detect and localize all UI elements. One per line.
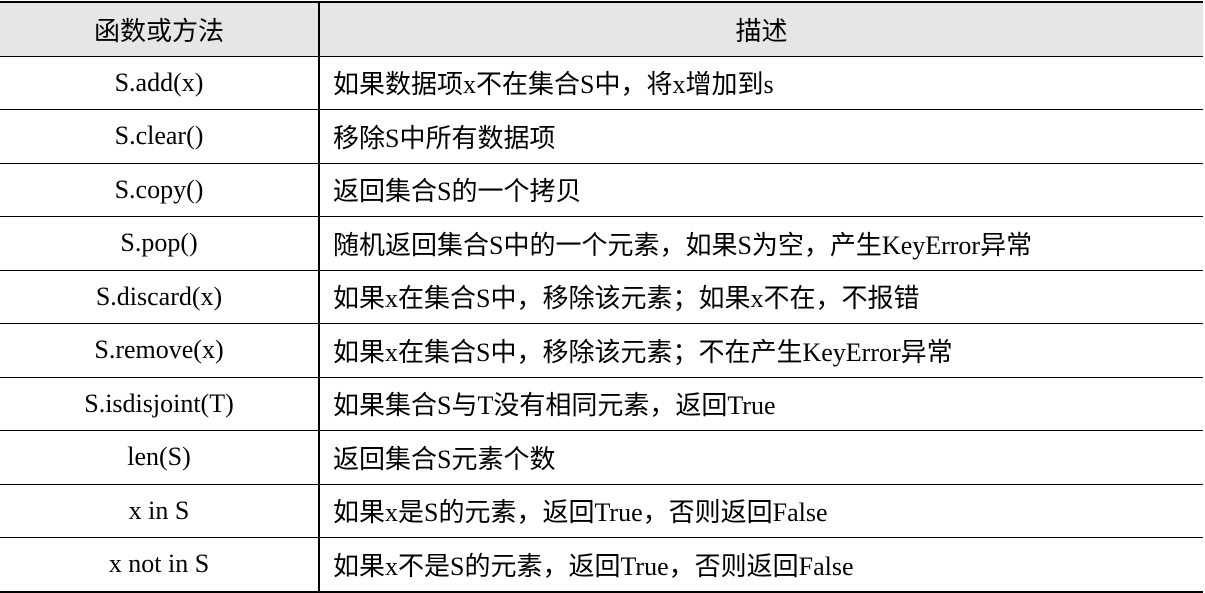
table-row: x in S 如果x是S的元素，返回True，否则返回False — [0, 484, 1203, 538]
function-cell: S.discard(x) — [0, 270, 320, 324]
description-cell: 如果x是S的元素，返回True，否则返回False — [319, 484, 1203, 538]
function-cell: S.remove(x) — [0, 323, 320, 378]
header-description: 描述 — [319, 1, 1203, 57]
description-cell: 如果x在集合S中，移除该元素；如果x不在，不报错 — [319, 270, 1203, 324]
description-cell: 随机返回集合S中的一个元素，如果S为空，产生KeyError异常 — [319, 216, 1203, 271]
header-row: 函数或方法 描述 — [0, 1, 1203, 57]
description-cell: 移除S中所有数据项 — [319, 109, 1203, 164]
function-cell: S.add(x) — [0, 56, 320, 110]
header-function-or-method: 函数或方法 — [0, 1, 320, 57]
table-row: x not in S 如果x不是S的元素，返回True，否则返回False — [0, 537, 1203, 593]
table-row: S.clear() 移除S中所有数据项 — [0, 109, 1203, 164]
description-cell: 如果x在集合S中，移除该元素；不在产生KeyError异常 — [319, 323, 1203, 378]
function-cell: x in S — [0, 484, 320, 538]
description-cell: 如果集合S与T没有相同元素，返回True — [319, 377, 1203, 431]
table-body: S.add(x) 如果数据项x不在集合S中，将x增加到s S.clear() 移… — [0, 56, 1203, 593]
function-cell: len(S) — [0, 430, 320, 485]
function-cell: S.pop() — [0, 216, 320, 271]
set-methods-table: 函数或方法 描述 S.add(x) 如果数据项x不在集合S中，将x增加到s S.… — [0, 1, 1203, 593]
table-row: S.discard(x) 如果x在集合S中，移除该元素；如果x不在，不报错 — [0, 270, 1203, 324]
function-cell: x not in S — [0, 537, 320, 593]
description-cell: 返回集合S的一个拷贝 — [319, 163, 1203, 217]
function-cell: S.copy() — [0, 163, 320, 217]
description-cell: 如果数据项x不在集合S中，将x增加到s — [319, 56, 1203, 110]
function-cell: S.clear() — [0, 109, 320, 164]
table-row: S.remove(x) 如果x在集合S中，移除该元素；不在产生KeyError异… — [0, 323, 1203, 378]
table-row: S.add(x) 如果数据项x不在集合S中，将x增加到s — [0, 56, 1203, 110]
description-cell: 如果x不是S的元素，返回True，否则返回False — [319, 537, 1203, 593]
table-row: len(S) 返回集合S元素个数 — [0, 430, 1203, 485]
table-row: S.copy() 返回集合S的一个拷贝 — [0, 163, 1203, 217]
function-cell: S.isdisjoint(T) — [0, 377, 320, 431]
table-row: S.isdisjoint(T) 如果集合S与T没有相同元素，返回True — [0, 377, 1203, 431]
table-header: 函数或方法 描述 — [0, 1, 1203, 57]
description-cell: 返回集合S元素个数 — [319, 430, 1203, 485]
table-row: S.pop() 随机返回集合S中的一个元素，如果S为空，产生KeyError异常 — [0, 216, 1203, 271]
